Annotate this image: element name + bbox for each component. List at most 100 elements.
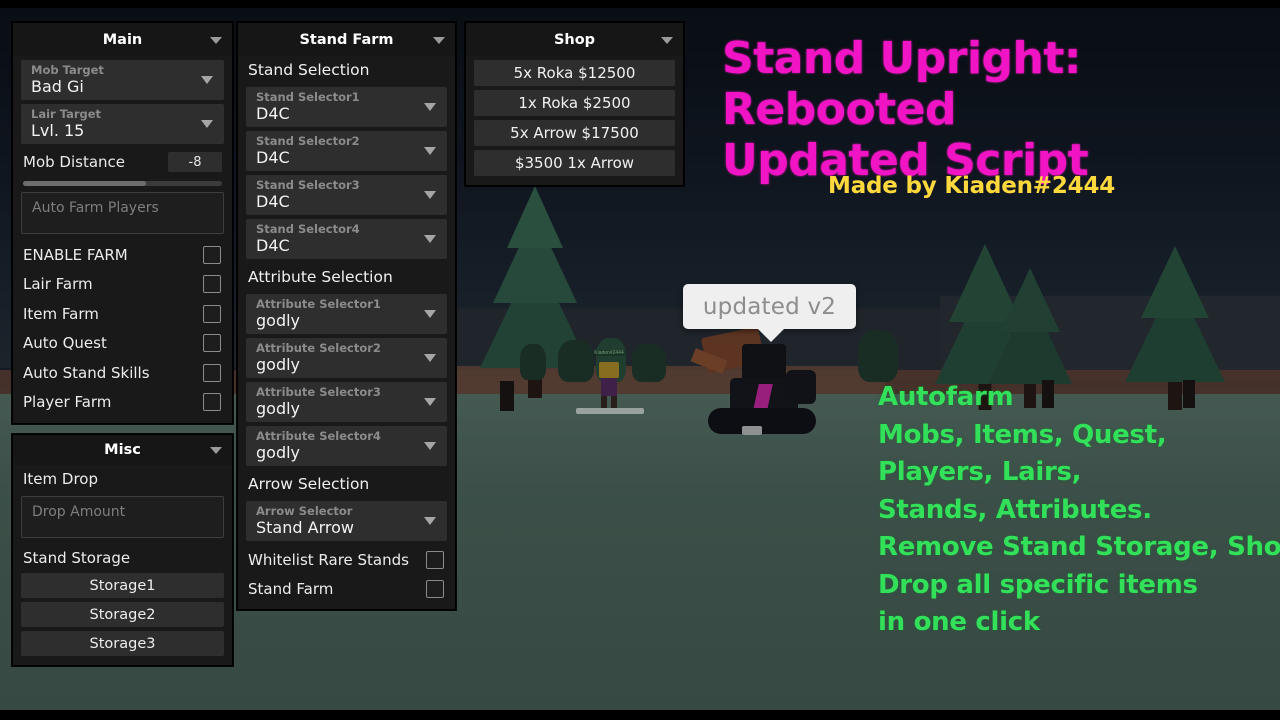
toggle-auto-stand-skills[interactable]: Auto Stand Skills xyxy=(13,358,232,388)
chevron-down-icon[interactable] xyxy=(424,191,436,199)
stand-selection-header: Stand Selection xyxy=(238,56,455,83)
bush xyxy=(858,330,898,382)
dropdown-label: Stand Selector1 xyxy=(256,90,360,104)
stand-farm-panel-header[interactable]: Stand Farm xyxy=(238,23,455,56)
toggle-enable-farm[interactable]: ENABLE FARM xyxy=(13,240,232,270)
bush xyxy=(632,344,666,382)
attribute-selector-1[interactable]: Attribute Selector1 godly xyxy=(246,294,447,334)
main-panel-body: Mob Target Bad Gi Lair Target Lvl. 15 Mo… xyxy=(13,60,232,423)
toggle-item-farm[interactable]: Item Farm xyxy=(13,299,232,329)
feature-line: Drop all specific items xyxy=(878,569,1198,600)
buy-5x-arrow-button[interactable]: 5x Arrow $17500 xyxy=(474,120,675,146)
chevron-down-icon[interactable] xyxy=(210,36,222,44)
misc-panel-body: Item Drop Drop Amount Stand Storage Stor… xyxy=(13,465,232,665)
checkbox[interactable] xyxy=(203,245,221,264)
toggle-stand-farm[interactable]: Stand Farm xyxy=(238,575,455,605)
mob-target-value: Bad Gi xyxy=(31,77,84,96)
dropdown-label: Stand Selector3 xyxy=(256,178,360,192)
item-drop-label: Item Drop xyxy=(23,470,98,488)
chevron-down-icon[interactable] xyxy=(661,36,673,44)
chevron-down-icon[interactable] xyxy=(433,36,445,44)
checkbox[interactable] xyxy=(203,275,221,294)
mob-distance-slider[interactable] xyxy=(23,181,222,186)
checkbox[interactable] xyxy=(203,363,221,382)
main-panel-header[interactable]: Main xyxy=(13,23,232,56)
toggle-whitelist-rare-stands[interactable]: Whitelist Rare Stands xyxy=(238,545,455,575)
dropdown-value: godly xyxy=(256,399,301,418)
drop-amount-input[interactable]: Drop Amount xyxy=(21,496,224,538)
mob-target-dropdown[interactable]: Mob Target Bad Gi xyxy=(21,60,224,100)
chevron-down-icon[interactable] xyxy=(424,147,436,155)
chevron-down-icon[interactable] xyxy=(424,398,436,406)
attribute-selector-2[interactable]: Attribute Selector2 godly xyxy=(246,338,447,378)
toggle-label: Auto Quest xyxy=(23,334,107,353)
checkbox[interactable] xyxy=(203,334,221,353)
chevron-down-icon[interactable] xyxy=(424,103,436,111)
shop-panel-header[interactable]: Shop xyxy=(466,23,683,56)
chevron-down-icon[interactable] xyxy=(424,442,436,450)
screenshot-root: Kiaden#2444 updated v2 Stand Upright: Re… xyxy=(0,0,1280,720)
checkbox[interactable] xyxy=(203,304,221,323)
stand-storage-label: Stand Storage xyxy=(23,549,131,567)
lair-target-label: Lair Target xyxy=(31,107,102,121)
checkbox[interactable] xyxy=(426,580,444,599)
mob-distance-value[interactable]: -8 xyxy=(168,152,222,172)
arrow-selector[interactable]: Arrow Selector Stand Arrow xyxy=(246,501,447,541)
toggle-label: Lair Farm xyxy=(23,275,93,294)
attribute-selector-3[interactable]: Attribute Selector3 godly xyxy=(246,382,447,422)
mob-target-label: Mob Target xyxy=(31,63,104,77)
toggle-label: ENABLE FARM xyxy=(23,245,128,264)
toggle-label: Auto Stand Skills xyxy=(23,363,150,382)
toggle-lair-farm[interactable]: Lair Farm xyxy=(13,270,232,300)
stand-farm-panel-body: Stand Selection Stand Selector1 D4C Stan… xyxy=(238,56,455,609)
dropdown-value: godly xyxy=(256,355,301,374)
auto-farm-players-input[interactable]: Auto Farm Players xyxy=(21,192,224,234)
dropdown-label: Stand Selector4 xyxy=(256,222,360,236)
chevron-down-icon[interactable] xyxy=(201,76,213,84)
toggle-auto-quest[interactable]: Auto Quest xyxy=(13,329,232,359)
chevron-down-icon[interactable] xyxy=(424,310,436,318)
stand-selector-2[interactable]: Stand Selector2 D4C xyxy=(246,131,447,171)
checkbox[interactable] xyxy=(203,393,221,412)
author-credit: Made by Kiaden#2444 xyxy=(828,173,1116,199)
toggle-player-farm[interactable]: Player Farm xyxy=(13,388,232,418)
lair-target-dropdown[interactable]: Lair Target Lvl. 15 xyxy=(21,104,224,144)
buy-1x-arrow-button[interactable]: $3500 1x Arrow xyxy=(474,150,675,176)
letterbox-bottom xyxy=(0,710,1280,720)
player-nametag: Kiaden#2444 xyxy=(592,350,626,356)
chevron-down-icon[interactable] xyxy=(424,235,436,243)
checkbox[interactable] xyxy=(426,550,444,569)
fence-post xyxy=(500,381,514,411)
misc-panel-header[interactable]: Misc xyxy=(13,435,232,465)
dropdown-value: godly xyxy=(256,443,301,462)
dropdown-value: D4C xyxy=(256,148,290,167)
main-panel: Main Mob Target Bad Gi Lair Target Lvl. … xyxy=(12,22,233,424)
buy-1x-roka-button[interactable]: 1x Roka $2500 xyxy=(474,90,675,116)
stand-selector-4[interactable]: Stand Selector4 D4C xyxy=(246,219,447,259)
attribute-selector-4[interactable]: Attribute Selector4 godly xyxy=(246,426,447,466)
title-line-1: Stand Upright: Rebooted xyxy=(722,33,1082,135)
bush xyxy=(520,344,546,380)
dropdown-label: Attribute Selector4 xyxy=(256,429,381,443)
toggle-label: Whitelist Rare Stands xyxy=(248,550,409,569)
stand-selector-3[interactable]: Stand Selector3 D4C xyxy=(246,175,447,215)
video-title: Stand Upright: Rebooted Updated Script xyxy=(722,33,1280,186)
mob-distance-label: Mob Distance xyxy=(23,153,125,171)
chevron-down-icon[interactable] xyxy=(424,517,436,525)
dropdown-label: Arrow Selector xyxy=(256,504,353,518)
mob-distance-slider-fill xyxy=(23,181,147,186)
chevron-down-icon[interactable] xyxy=(201,120,213,128)
mob-distance-row: Mob Distance -8 xyxy=(13,148,232,172)
storage2-button[interactable]: Storage2 xyxy=(21,602,224,627)
feature-line: Remove Stand Storage, Shop, xyxy=(878,532,1280,562)
storage1-button[interactable]: Storage1 xyxy=(21,573,224,598)
main-panel-title: Main xyxy=(102,31,143,48)
chevron-down-icon[interactable] xyxy=(210,447,222,454)
chevron-down-icon[interactable] xyxy=(424,354,436,362)
stand-selector-1[interactable]: Stand Selector1 D4C xyxy=(246,87,447,127)
tooltip-text: updated v2 xyxy=(702,293,837,320)
storage3-button[interactable]: Storage3 xyxy=(21,631,224,656)
buy-5x-roka-button[interactable]: 5x Roka $12500 xyxy=(474,60,675,86)
updated-tooltip: updated v2 xyxy=(683,284,856,342)
feature-line: Mobs, Items, Quest, xyxy=(878,419,1167,450)
